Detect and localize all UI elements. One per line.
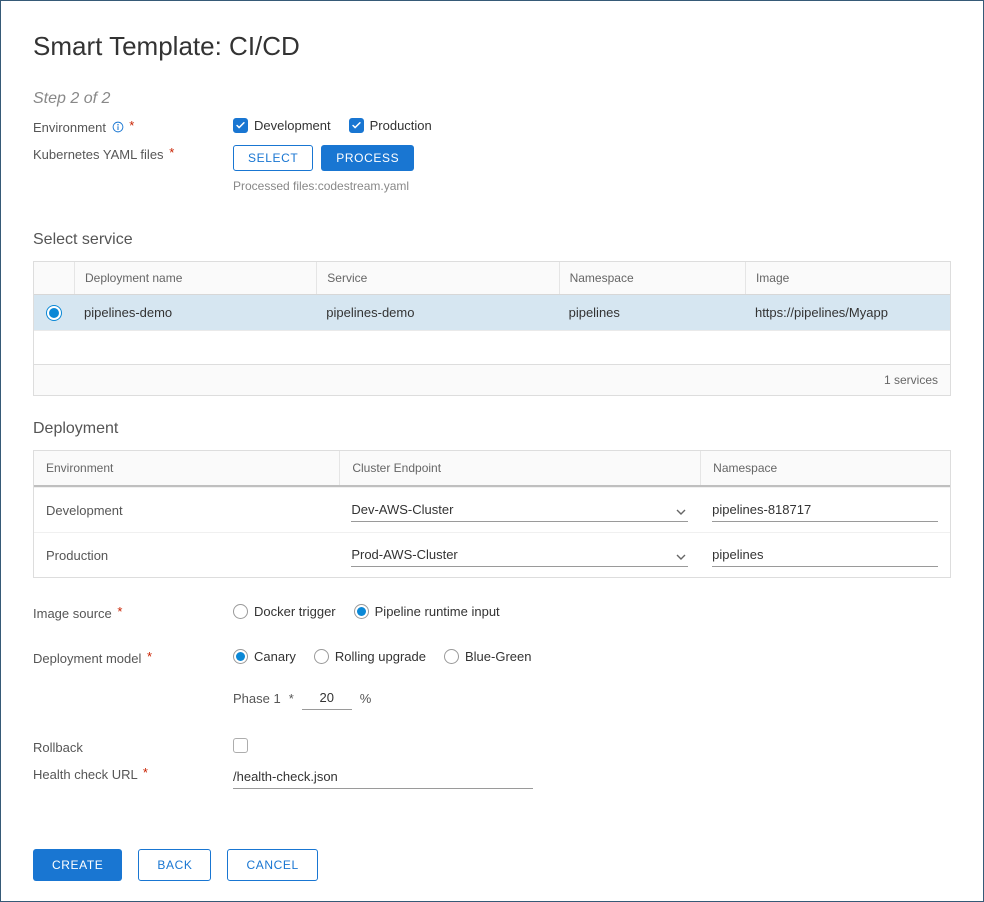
rollback-row: Rollback <box>33 738 951 755</box>
service-table-row[interactable]: pipelines-demo pipelines-demo pipelines … <box>34 295 950 330</box>
yaml-label-text: Kubernetes YAML files <box>33 147 164 162</box>
footer-button-bar: Create Back Cancel <box>33 825 951 881</box>
health-check-label: Health check URL * <box>33 765 233 782</box>
cancel-button[interactable]: Cancel <box>227 849 317 881</box>
health-check-input[interactable] <box>233 765 533 789</box>
checkbox-icon <box>233 118 248 133</box>
col-namespace: Namespace <box>700 451 950 485</box>
namespace-input-dev[interactable] <box>712 498 938 522</box>
model-rolling-label: Rolling upgrade <box>335 649 426 664</box>
service-table-header: Deployment name Service Namespace Image <box>34 262 950 295</box>
col-image: Image <box>745 262 950 294</box>
image-source-row: Image source * Docker trigger Pipeline r… <box>33 604 951 621</box>
required-asterisk: * <box>147 649 152 664</box>
cell-image: https://pipelines/Myapp <box>745 295 950 330</box>
env-production-checkbox[interactable]: Production <box>349 118 432 133</box>
rollback-label: Rollback <box>33 738 233 755</box>
col-namespace: Namespace <box>559 262 745 294</box>
env-cell: Development <box>34 488 339 532</box>
env-cell: Production <box>34 533 339 577</box>
yaml-label: Kubernetes YAML files * <box>33 145 233 162</box>
create-button[interactable]: Create <box>33 849 122 881</box>
env-development-checkbox[interactable]: Development <box>233 118 331 133</box>
radio-icon <box>233 649 248 664</box>
deployment-model-label: Deployment model * <box>33 649 233 666</box>
cluster-select-dev[interactable]: Dev-AWS-Cluster <box>351 498 688 522</box>
image-source-runtime-radio[interactable]: Pipeline runtime input <box>354 604 500 619</box>
col-cluster: Cluster Endpoint <box>339 451 700 485</box>
col-deployment-name: Deployment name <box>74 262 316 294</box>
deployment-row-prod: Production Prod-AWS-Cluster <box>34 532 950 577</box>
phase-unit: % <box>360 691 372 706</box>
cell-namespace: pipelines <box>559 295 745 330</box>
cluster-select-prod[interactable]: Prod-AWS-Cluster <box>351 543 688 567</box>
model-canary-radio[interactable]: Canary <box>233 649 296 664</box>
radio-icon <box>233 604 248 619</box>
select-button[interactable]: Select <box>233 145 313 171</box>
model-canary-label: Canary <box>254 649 296 664</box>
service-table: Deployment name Service Namespace Image … <box>33 261 951 396</box>
deployment-row-dev: Development Dev-AWS-Cluster <box>34 487 950 532</box>
checkbox-icon <box>233 738 248 753</box>
cluster-select-dev-value: Dev-AWS-Cluster <box>351 502 453 517</box>
health-check-row: Health check URL * <box>33 765 951 789</box>
back-button[interactable]: Back <box>138 849 211 881</box>
service-table-empty-row <box>34 330 950 364</box>
chevron-down-icon <box>676 505 686 515</box>
col-service: Service <box>316 262 558 294</box>
model-bluegreen-radio[interactable]: Blue-Green <box>444 649 531 664</box>
phase-value-input[interactable] <box>302 686 352 710</box>
row-radio-selected-icon[interactable] <box>47 306 61 320</box>
model-bluegreen-label: Blue-Green <box>465 649 531 664</box>
select-service-title: Select service <box>33 231 951 249</box>
phase-label: Phase 1 <box>233 691 281 706</box>
image-source-runtime-label: Pipeline runtime input <box>375 604 500 619</box>
cell-service: pipelines-demo <box>316 295 558 330</box>
checkbox-icon <box>349 118 364 133</box>
env-production-label: Production <box>370 118 432 133</box>
col-env: Environment <box>34 451 339 485</box>
radio-icon <box>354 604 369 619</box>
rollback-checkbox[interactable] <box>233 738 951 753</box>
image-source-label-text: Image source <box>33 606 112 621</box>
environment-label: Environment * <box>33 118 233 135</box>
deployment-title: Deployment <box>33 420 951 438</box>
image-source-docker-radio[interactable]: Docker trigger <box>233 604 336 619</box>
process-button[interactable]: Process <box>321 145 414 171</box>
environment-label-text: Environment <box>33 120 106 135</box>
environment-row: Environment * Development Production <box>33 118 951 135</box>
chevron-down-icon <box>676 550 686 560</box>
required-asterisk: * <box>143 765 148 780</box>
required-asterisk: * <box>289 691 294 706</box>
deployment-table-header: Environment Cluster Endpoint Namespace <box>34 451 950 487</box>
cell-deployment-name: pipelines-demo <box>74 295 316 330</box>
page-title: Smart Template: CI/CD <box>33 31 951 62</box>
required-asterisk: * <box>117 604 122 619</box>
step-indicator: Step 2 of 2 <box>33 90 951 108</box>
env-development-label: Development <box>254 118 331 133</box>
model-rolling-radio[interactable]: Rolling upgrade <box>314 649 426 664</box>
image-source-docker-label: Docker trigger <box>254 604 336 619</box>
deployment-model-label-text: Deployment model <box>33 651 141 666</box>
page-container: Smart Template: CI/CD Step 2 of 2 Enviro… <box>0 0 984 902</box>
deployment-table: Environment Cluster Endpoint Namespace D… <box>33 450 951 578</box>
phase-row: Phase 1 * % <box>233 686 951 710</box>
radio-icon <box>444 649 459 664</box>
namespace-input-prod[interactable] <box>712 543 938 567</box>
radio-icon <box>314 649 329 664</box>
required-asterisk: * <box>169 145 174 160</box>
deployment-model-row: Deployment model * Canary Rolling upgrad… <box>33 649 951 710</box>
info-icon[interactable] <box>112 121 124 133</box>
service-table-footer: 1 services <box>34 364 950 395</box>
required-asterisk: * <box>129 118 134 133</box>
cluster-select-prod-value: Prod-AWS-Cluster <box>351 547 457 562</box>
processed-files-note: Processed files:codestream.yaml <box>233 179 951 193</box>
yaml-row: Kubernetes YAML files * Select Process P… <box>33 145 951 193</box>
image-source-label: Image source * <box>33 604 233 621</box>
health-check-label-text: Health check URL <box>33 767 137 782</box>
